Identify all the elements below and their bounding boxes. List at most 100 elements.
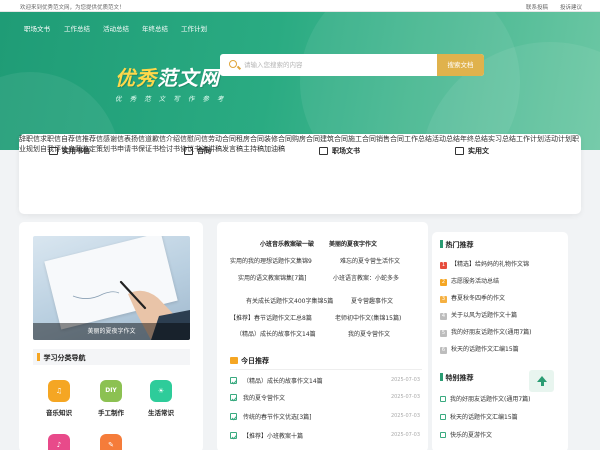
- category-link[interactable]: 主持稿: [243, 145, 264, 153]
- special-item[interactable]: 秋天的话题作文汇编15篇: [440, 412, 568, 421]
- hot-item[interactable]: 1 【精选】给妈妈的礼物作文锦: [440, 259, 568, 270]
- nav-item-year-summary[interactable]: 年终总结: [142, 23, 168, 33]
- hot-item[interactable]: 6 秋天的话题作文汇编15篇: [440, 344, 568, 355]
- search-bar: 搜索文档: [220, 54, 484, 76]
- back-to-top-button[interactable]: [529, 370, 554, 392]
- category-link[interactable]: 工作计划: [516, 135, 544, 143]
- category-contracts: 合同: [184, 146, 211, 156]
- category-link[interactable]: 推荐信: [82, 135, 103, 143]
- search-input[interactable]: [244, 59, 434, 71]
- article-link[interactable]: 难忘的夏令营生活作文: [340, 256, 400, 265]
- category-link[interactable]: 辞职信: [19, 135, 40, 143]
- category-link[interactable]: 策划书: [96, 145, 117, 153]
- category-link[interactable]: 销售合同: [376, 135, 404, 143]
- category-link[interactable]: 实习总结: [488, 135, 516, 143]
- hot-item[interactable]: 4 关于以风为话题作文十篇: [440, 310, 568, 321]
- category-link[interactable]: 购房合同: [292, 135, 320, 143]
- logo-slogan: 优 秀 范 文 写 作 参 考: [115, 95, 227, 103]
- category-link[interactable]: 道歉信: [145, 135, 166, 143]
- featured-caption[interactable]: 美丽的夏夜字作文: [33, 323, 190, 340]
- featured-image[interactable]: 美丽的夏夜字作文: [33, 236, 190, 340]
- category-link[interactable]: 表扬信: [124, 135, 145, 143]
- rank-badge: 3: [440, 296, 447, 303]
- article-link[interactable]: 小班语言教案：小蛇多多: [333, 273, 399, 282]
- rank-badge: 4: [440, 313, 447, 320]
- tool-item-5[interactable]: ✎: [91, 434, 131, 450]
- rank-badge: 6: [440, 347, 447, 354]
- article-link[interactable]: 实用的语文教案锦集[7篇]: [238, 273, 307, 282]
- nav-item-workplace[interactable]: 职场文书: [24, 23, 50, 33]
- tool-item-4[interactable]: ♪: [39, 434, 79, 450]
- article-link[interactable]: 小班音乐教案破一破: [260, 239, 314, 248]
- hot-item[interactable]: 2 志愿服务活动总结: [440, 276, 568, 287]
- category-link[interactable]: 活动总结: [432, 135, 460, 143]
- checkbox-icon: [230, 394, 237, 401]
- category-link[interactable]: 慰问信: [187, 135, 208, 143]
- category-link[interactable]: 租房合同: [236, 135, 264, 143]
- checkbox-icon: [230, 432, 237, 439]
- category-link[interactable]: 自荐信: [61, 135, 82, 143]
- tools-title: 学习分类导航: [37, 353, 86, 363]
- hot-title: 热门推荐: [440, 240, 474, 250]
- article-link[interactable]: 实用的我的理想话题作文集锦9: [230, 256, 312, 265]
- nav-item-work-plan[interactable]: 工作计划: [181, 23, 207, 33]
- checkbox-icon: [230, 377, 237, 384]
- site-logo[interactable]: 优秀范文网 优 秀 范 文 写 作 参 考: [115, 62, 226, 103]
- music-icon: ♫: [48, 380, 70, 402]
- nav-item-work-summary[interactable]: 工作总结: [64, 23, 90, 33]
- rank-badge: 2: [440, 279, 447, 286]
- category-link[interactable]: 施工合同: [348, 135, 376, 143]
- category-link[interactable]: 装修合同: [264, 135, 292, 143]
- contribute-link[interactable]: 联系投稿: [526, 3, 548, 11]
- category-link[interactable]: 加油稿: [264, 145, 285, 153]
- tool-life-tips[interactable]: ☀ 生活常识: [141, 380, 181, 417]
- special-title: 特别推荐: [440, 373, 474, 383]
- thumbs-up-icon: [230, 357, 238, 364]
- rank-badge: 5: [440, 330, 447, 337]
- category-link[interactable]: 发言稿: [222, 145, 243, 153]
- category-link[interactable]: 感谢信: [103, 135, 124, 143]
- today-row[interactable]: 传统的春节作文优选[3篇] 2025-07-03: [230, 412, 422, 424]
- category-link[interactable]: 劳动合同: [208, 135, 236, 143]
- article-link[interactable]: （精品）成长的故事作文14篇: [236, 329, 316, 338]
- recommend-panel: 热门推荐 1 【精选】给妈妈的礼物作文锦 2 志愿服务活动总结 3 春夏秋冬四季的作文 4 关…: [432, 232, 568, 450]
- article-link[interactable]: 有关成长话题作文400字集锦5篇: [246, 296, 333, 305]
- nav-item-activity-summary[interactable]: 活动总结: [103, 23, 129, 33]
- rank-badge: 1: [440, 262, 447, 269]
- tool-music[interactable]: ♫ 音乐知识: [39, 380, 79, 417]
- category-link[interactable]: 申请书: [117, 145, 138, 153]
- feedback-link[interactable]: 投诉建议: [560, 3, 582, 11]
- hot-item[interactable]: 3 春夏秋冬四季的作文: [440, 293, 568, 304]
- mail-icon: [49, 147, 58, 155]
- special-item[interactable]: 快乐的夏游作文: [440, 430, 568, 439]
- category-link[interactable]: 年终总结: [460, 135, 488, 143]
- category-link[interactable]: 求职信: [40, 135, 61, 143]
- search-button[interactable]: 搜索文档: [437, 54, 484, 76]
- category-practical: 实用文: [455, 146, 489, 156]
- category-link[interactable]: 建筑合同: [320, 135, 348, 143]
- special-item[interactable]: 我的好朋友话题作文(通用7篇): [440, 394, 568, 403]
- category-link[interactable]: 介绍信: [166, 135, 187, 143]
- hot-item[interactable]: 5 我的好朋友话题作文(通用7篇): [440, 327, 568, 338]
- today-title: 今日推荐: [230, 356, 422, 370]
- article-link[interactable]: 【推荐】春节话题作文汇总8篇: [230, 313, 312, 322]
- category-panel: 实用书信 合同 职场文书 实用文 辞职信求职信自荐信推荐信感谢信表扬信道歉信介绍…: [19, 134, 581, 214]
- welcome-text: 欢迎来到优秀范文网，为您提供优质范文！: [20, 5, 125, 11]
- top-bar: 欢迎来到优秀范文网，为您提供优质范文！ 联系投稿 投诉建议: [0, 0, 600, 12]
- today-row[interactable]: 我的夏令营作文 2025-07-03: [230, 393, 422, 405]
- featured-panel: 美丽的夏夜字作文 学习分类导航 ♫ 音乐知识 DIY 手工制作 ☀ 生活常识 ♪…: [19, 222, 203, 450]
- checkbox-icon: [230, 413, 237, 420]
- category-link[interactable]: 活动计划: [544, 135, 572, 143]
- today-row[interactable]: 【推荐】小班教案十篇 2025-07-03: [230, 431, 422, 443]
- article-link[interactable]: 我的夏令营作文: [348, 329, 390, 338]
- category-link[interactable]: 保证书: [138, 145, 159, 153]
- pen-icon: ✎: [100, 434, 122, 450]
- search-icon: [229, 60, 237, 68]
- today-row[interactable]: （精品）成长的故事作文14篇 2025-07-03: [230, 376, 422, 388]
- article-link[interactable]: 老师初中作文(集锦15篇): [335, 313, 401, 322]
- article-link[interactable]: 夏令营趣事作文: [351, 296, 393, 305]
- category-link[interactable]: 检讨书: [159, 145, 180, 153]
- article-link[interactable]: 美丽的夏夜字作文: [329, 239, 377, 248]
- category-link[interactable]: 工作总结: [404, 135, 432, 143]
- tool-handcraft[interactable]: DIY 手工制作: [91, 380, 131, 417]
